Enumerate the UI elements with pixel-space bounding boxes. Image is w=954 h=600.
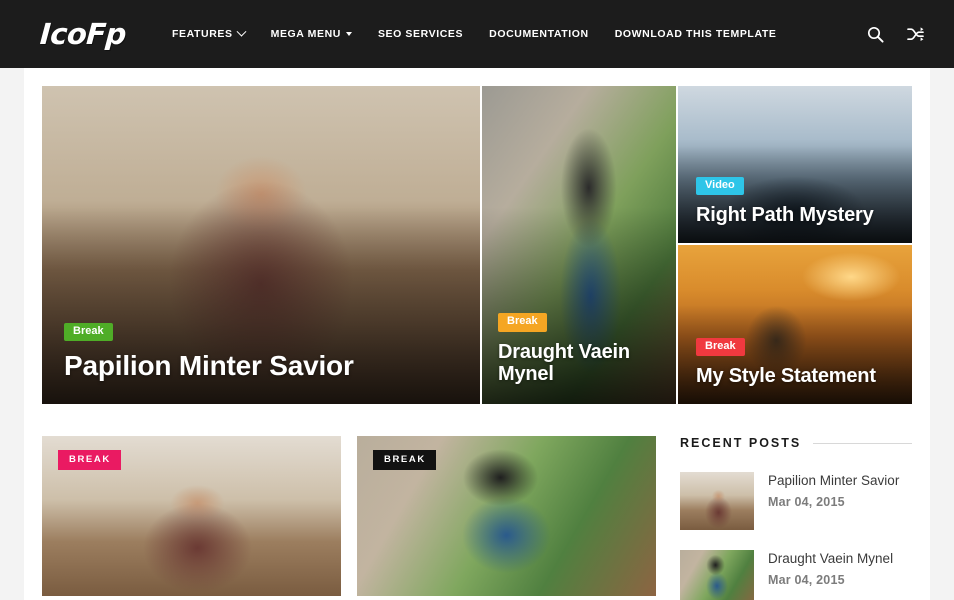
nav-item-features[interactable]: FEATURES	[171, 22, 247, 46]
nav-label: SEO SERVICES	[377, 28, 464, 40]
post-card[interactable]: BREAK	[42, 436, 341, 596]
category-tag[interactable]: BREAK	[373, 450, 436, 470]
site-header: IcoFp FEATURES MEGA MENU SEO SERVICES DO…	[0, 0, 954, 68]
nav-label: FEATURES	[171, 28, 233, 40]
hero-right-top-body: Video Right Path Mystery	[678, 175, 912, 243]
hero-tile-right-bottom[interactable]: Break My Style Statement	[678, 245, 912, 404]
thumbnail-image	[680, 472, 754, 530]
content-container: Break Papilion Minter Savior Break Draug…	[24, 68, 930, 600]
recent-post-text: Draught Vaein Mynel Mar 04, 2015	[768, 550, 893, 600]
nav-item-download-template[interactable]: DOWNLOAD THIS TEMPLATE	[615, 22, 777, 46]
category-badge[interactable]: Video	[696, 176, 744, 196]
sidebar: RECENT POSTS Papilion Minter Savior Mar …	[674, 436, 912, 600]
nav-item-mega-menu[interactable]: MEGA MENU	[271, 22, 352, 46]
recent-post-thumbnail	[680, 472, 754, 530]
thumbnail-image	[680, 550, 754, 600]
search-icon[interactable]	[866, 25, 884, 43]
recent-post-date: Mar 04, 2015	[768, 572, 845, 587]
caret-down-icon	[345, 32, 352, 36]
widget-title: RECENT POSTS	[680, 436, 802, 450]
hero-right-bottom-body: Break My Style Statement	[678, 336, 912, 404]
hero-tile-right-top[interactable]: Video Right Path Mystery	[678, 86, 912, 243]
hero-right-top-title[interactable]: Right Path Mystery	[696, 204, 894, 227]
recent-post-title[interactable]: Papilion Minter Savior	[768, 473, 899, 490]
hero-tile-mid[interactable]: Break Draught Vaein Mynel	[482, 86, 676, 404]
page-wrapper: Break Papilion Minter Savior Break Draug…	[0, 68, 954, 600]
post-cards-column: BREAK BREAK	[42, 436, 656, 600]
hero-tile-main[interactable]: Break Papilion Minter Savior	[42, 86, 480, 404]
nav-label: DOCUMENTATION	[489, 28, 589, 40]
hero-mid-body: Break Draught Vaein Mynel	[482, 311, 676, 404]
recent-post-text: Papilion Minter Savior Mar 04, 2015	[768, 472, 899, 530]
nav-item-documentation[interactable]: DOCUMENTATION	[489, 22, 589, 46]
recent-post-item[interactable]: Draught Vaein Mynel Mar 04, 2015	[680, 550, 912, 600]
recent-posts-header: RECENT POSTS	[680, 436, 912, 450]
category-badge[interactable]: Break	[498, 313, 547, 332]
shuffle-icon[interactable]	[906, 25, 924, 43]
hero-right-bottom-title[interactable]: My Style Statement	[696, 365, 894, 388]
recent-post-item[interactable]: Papilion Minter Savior Mar 04, 2015	[680, 472, 912, 530]
hero-main-body: Break Papilion Minter Savior	[42, 321, 480, 404]
nav-item-seo-services[interactable]: SEO SERVICES	[378, 22, 463, 46]
nav-label: DOWNLOAD THIS TEMPLATE	[614, 28, 777, 40]
hero-mid-title[interactable]: Draught Vaein Mynel	[498, 341, 660, 386]
recent-post-date: Mar 04, 2015	[768, 494, 845, 509]
chevron-down-icon	[236, 26, 247, 37]
category-tag[interactable]: BREAK	[58, 450, 121, 470]
nav-label: MEGA MENU	[270, 28, 341, 40]
header-tools	[866, 25, 924, 43]
category-badge[interactable]: Break	[64, 322, 113, 342]
main-navigation: FEATURES MEGA MENU SEO SERVICES DOCUMENT…	[172, 22, 866, 46]
lower-section: BREAK BREAK RECENT POSTS Papilion Minter…	[42, 436, 912, 600]
header-divider	[813, 442, 912, 444]
post-card[interactable]: BREAK	[357, 436, 656, 596]
recent-post-thumbnail	[680, 550, 754, 600]
hero-main-title[interactable]: Papilion Minter Savior	[64, 350, 458, 382]
hero-right-column: Video Right Path Mystery Break My Style …	[678, 86, 912, 404]
featured-hero-grid: Break Papilion Minter Savior Break Draug…	[42, 86, 912, 404]
category-badge[interactable]: Break	[696, 337, 745, 357]
recent-post-title[interactable]: Draught Vaein Mynel	[768, 551, 893, 568]
site-logo[interactable]: IcoFp	[39, 17, 127, 51]
